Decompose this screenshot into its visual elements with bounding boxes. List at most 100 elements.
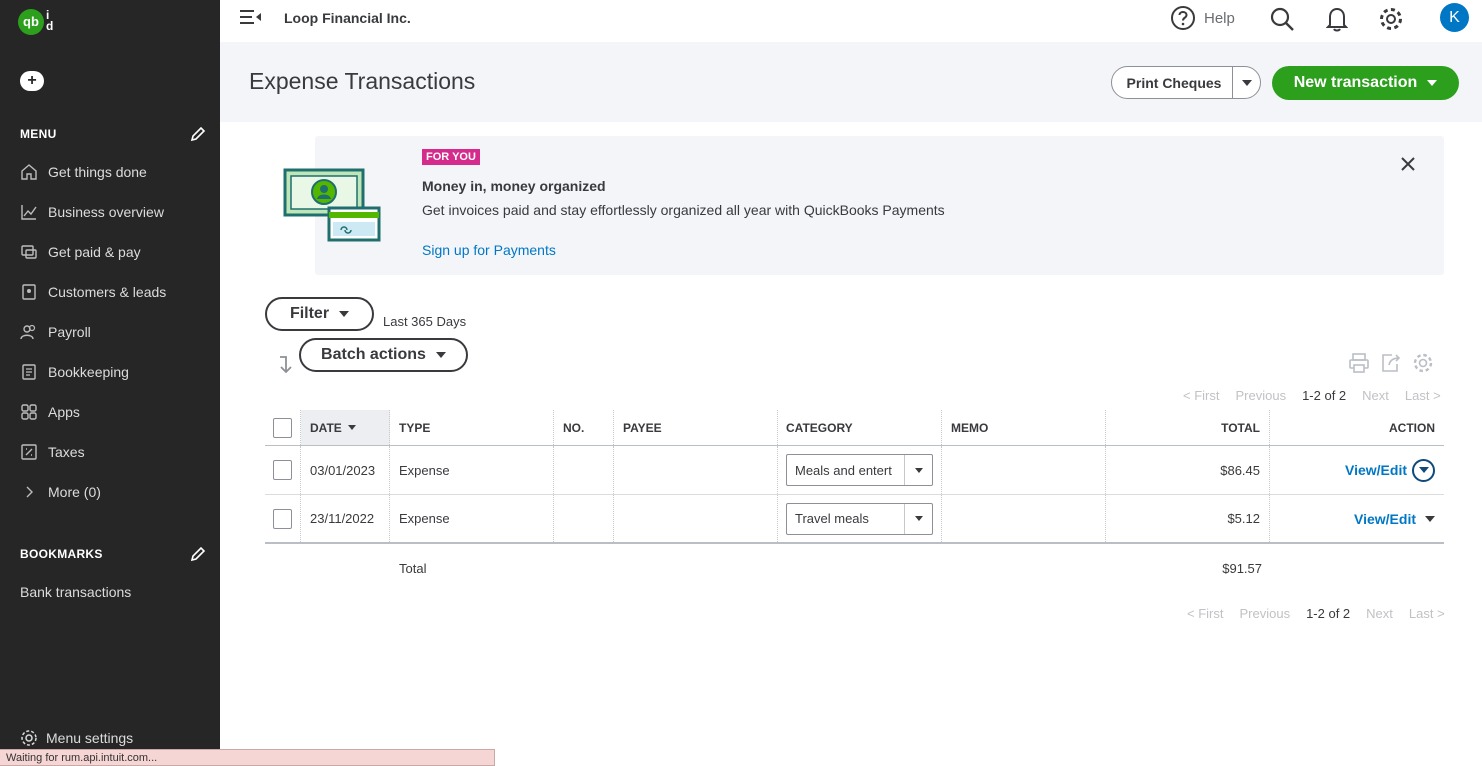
sidebar-item-business-overview[interactable]: Business overview bbox=[20, 200, 210, 224]
row-checkbox[interactable] bbox=[273, 460, 292, 480]
caret-down-icon bbox=[1427, 80, 1438, 86]
page-title: Expense Transactions bbox=[249, 68, 476, 94]
search-icon[interactable] bbox=[1269, 6, 1295, 32]
header-category[interactable]: CATEGORY bbox=[778, 410, 942, 445]
sidebar-item-taxes[interactable]: Taxes bbox=[20, 440, 210, 464]
browser-status-bar: Waiting for rum.api.intuit.com... bbox=[0, 749, 495, 766]
quickbooks-logo[interactable]: qb bbox=[18, 9, 44, 35]
cell-action: View/Edit bbox=[1270, 446, 1444, 494]
header-type[interactable]: TYPE bbox=[390, 410, 554, 445]
logo-text: id bbox=[46, 8, 54, 33]
print-icon[interactable] bbox=[1348, 352, 1370, 374]
print-cheques-dropdown[interactable] bbox=[1232, 67, 1260, 98]
batch-actions-button[interactable]: Batch actions bbox=[299, 338, 468, 372]
header-total-label: TOTAL bbox=[1221, 420, 1260, 435]
select-all-checkbox[interactable] bbox=[273, 417, 292, 438]
pager-last[interactable]: Last > bbox=[1409, 606, 1445, 621]
table-row[interactable]: 23/11/2022 Expense Travel meals $5.12 Vi… bbox=[265, 495, 1444, 544]
sidebar-item-more[interactable]: More (0) bbox=[20, 480, 210, 504]
filter-label: Filter bbox=[289, 305, 330, 322]
gear-icon bbox=[21, 730, 37, 746]
menu-section-header: MENU bbox=[20, 126, 206, 142]
bell-icon[interactable] bbox=[1326, 6, 1348, 32]
category-select[interactable]: Travel meals bbox=[786, 502, 933, 535]
help-button[interactable]: Help bbox=[1170, 5, 1235, 31]
sidebar-item-label: Bookkeeping bbox=[48, 364, 129, 380]
pager-next[interactable]: Next bbox=[1366, 606, 1393, 621]
bookmarks-section-header: BOOKMARKS bbox=[20, 546, 206, 562]
export-icon[interactable] bbox=[1380, 352, 1402, 374]
table-row[interactable]: 03/01/2023 Expense Meals and entert $86.… bbox=[265, 446, 1444, 495]
view-edit-link[interactable]: View/Edit bbox=[1354, 511, 1416, 527]
sort-arrow-icon[interactable] bbox=[276, 355, 292, 375]
collapse-menu-icon[interactable] bbox=[239, 8, 263, 28]
pager-last[interactable]: Last > bbox=[1405, 388, 1441, 403]
money-illustration-icon bbox=[283, 168, 381, 242]
pager-count: 1-2 of 2 bbox=[1306, 606, 1351, 621]
category-select[interactable]: Meals and entert bbox=[786, 454, 933, 486]
new-transaction-button[interactable]: New transaction bbox=[1272, 66, 1459, 100]
sidebar-item-label: Apps bbox=[48, 404, 80, 420]
pagination-top: < First Previous 1-2 of 2 Next Last > bbox=[1183, 388, 1441, 403]
sidebar-item-customers-leads[interactable]: Customers & leads bbox=[20, 280, 210, 304]
pager-next[interactable]: Next bbox=[1362, 388, 1389, 403]
close-icon[interactable] bbox=[1400, 156, 1416, 172]
cell-payee bbox=[614, 495, 778, 542]
create-plus-button[interactable]: + bbox=[20, 71, 44, 91]
header-action-label: ACTION bbox=[1389, 420, 1435, 435]
sign-up-payments-link[interactable]: Sign up for Payments bbox=[422, 242, 556, 258]
sidebar-item-get-paid-pay[interactable]: Get paid & pay bbox=[20, 240, 210, 264]
action-menu-button[interactable] bbox=[1412, 458, 1435, 482]
category-dropdown[interactable] bbox=[904, 503, 932, 534]
company-name: Loop Financial Inc. bbox=[284, 10, 411, 26]
edit-pencil-icon[interactable] bbox=[190, 546, 206, 562]
cell-action: View/Edit bbox=[1270, 495, 1444, 542]
print-cheques-button[interactable]: Print Cheques bbox=[1111, 66, 1261, 99]
bookmark-bank-transactions[interactable]: Bank transactions bbox=[20, 580, 210, 604]
promo-text: Get invoices paid and stay effortlessly … bbox=[422, 202, 945, 218]
table-total-row: Total $91.57 bbox=[265, 557, 1444, 581]
taxes-icon bbox=[21, 444, 37, 460]
header-total[interactable]: TOTAL bbox=[1106, 410, 1270, 445]
pager-previous[interactable]: Previous bbox=[1235, 388, 1286, 403]
total-value: $91.57 bbox=[1222, 561, 1262, 576]
category-dropdown[interactable] bbox=[904, 455, 932, 485]
ledger-icon bbox=[22, 364, 36, 380]
user-avatar[interactable]: K bbox=[1440, 3, 1469, 32]
header-payee[interactable]: PAYEE bbox=[614, 410, 778, 445]
sidebar-item-get-things-done[interactable]: Get things done bbox=[20, 160, 210, 184]
header-memo[interactable]: MEMO bbox=[942, 410, 1106, 445]
view-edit-link[interactable]: View/Edit bbox=[1345, 462, 1407, 478]
action-menu-caret-icon[interactable] bbox=[1425, 515, 1435, 522]
cell-type: Expense bbox=[390, 495, 554, 542]
sidebar-item-apps[interactable]: Apps bbox=[20, 400, 210, 424]
category-value: Meals and entert bbox=[795, 462, 892, 478]
header-date[interactable]: DATE bbox=[301, 410, 390, 445]
pager-previous[interactable]: Previous bbox=[1239, 606, 1290, 621]
caret-down-icon bbox=[435, 352, 446, 358]
gear-icon[interactable] bbox=[1378, 6, 1404, 32]
chart-line-icon bbox=[21, 205, 37, 220]
header-no[interactable]: NO. bbox=[554, 410, 614, 445]
category-value: Travel meals bbox=[795, 511, 869, 526]
caret-down-icon bbox=[1241, 79, 1252, 86]
sort-desc-icon bbox=[347, 425, 356, 430]
pager-first[interactable]: < First bbox=[1183, 388, 1219, 403]
settings-gear-icon[interactable] bbox=[1412, 352, 1434, 374]
header-memo-label: MEMO bbox=[951, 420, 989, 435]
pager-first[interactable]: < First bbox=[1187, 606, 1223, 621]
sidebar-item-bookkeeping[interactable]: Bookkeeping bbox=[20, 360, 210, 384]
menu-settings-button[interactable]: Menu settings bbox=[20, 729, 133, 747]
sidebar-item-label: Business overview bbox=[48, 204, 164, 220]
promo-title: Money in, money organized bbox=[422, 178, 606, 194]
cell-date: 03/01/2023 bbox=[301, 446, 390, 494]
filter-button[interactable]: Filter bbox=[265, 297, 374, 331]
contacts-icon bbox=[22, 284, 36, 300]
row-checkbox[interactable] bbox=[273, 508, 292, 529]
top-bar: Loop Financial Inc. Help K bbox=[220, 0, 1482, 42]
sidebar-item-payroll[interactable]: Payroll bbox=[20, 320, 210, 344]
row-checkbox-cell bbox=[265, 446, 301, 494]
edit-pencil-icon[interactable] bbox=[190, 126, 206, 142]
header-type-label: TYPE bbox=[399, 420, 431, 435]
for-you-badge: FOR YOU bbox=[422, 149, 480, 165]
